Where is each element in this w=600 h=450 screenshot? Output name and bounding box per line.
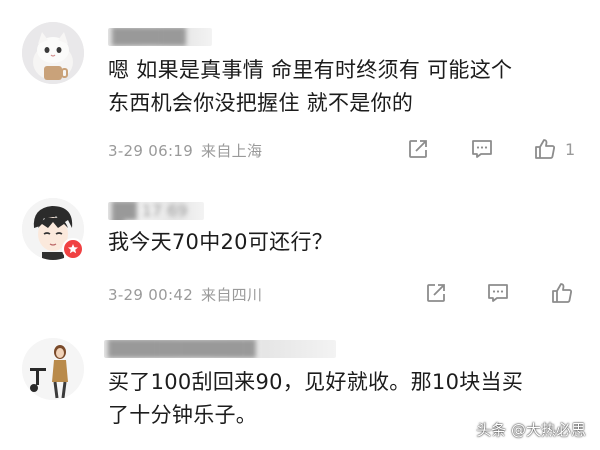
comment-item: ██ 17 69 █ 我今天70中20可还行？ 3-29 00:42 来自四川 [0, 190, 600, 330]
comment-text: 嗯 如果是真事情 命里有时终须有 可能这个 东西机会你没把握住 就不是你的 [108, 54, 512, 120]
cat-avatar-image [22, 22, 84, 84]
person-avatar-image [22, 338, 84, 400]
username[interactable]: ████████████ [104, 340, 336, 358]
comment-item: ██████ 嗯 如果是真事情 命里有时终须有 可能这个 东西机会你没把握住 就… [0, 0, 600, 190]
username[interactable]: ██████ [108, 28, 212, 46]
share-button[interactable] [406, 136, 430, 162]
watermark: 头条 @大热必思 [476, 421, 586, 439]
comment-location: 来自上海 [201, 142, 263, 160]
avatar[interactable] [22, 338, 84, 400]
reply-button[interactable] [470, 136, 494, 162]
share-icon [427, 284, 445, 302]
share-icon [409, 140, 427, 158]
reply-button[interactable] [486, 280, 510, 306]
comment-text: 我今天70中20可还行？ [108, 226, 333, 259]
comment-text-line: 了十分钟乐子。 [108, 403, 258, 427]
comment-text-line: 东西机会你没把握住 就不是你的 [108, 91, 414, 115]
like-count: 1 [565, 139, 576, 159]
avatar[interactable] [22, 22, 84, 84]
comment-icon [472, 140, 492, 158]
share-button[interactable] [424, 280, 448, 306]
verified-badge-icon [68, 244, 78, 254]
like-button[interactable]: 1 [533, 136, 575, 162]
comment-icon [488, 284, 508, 302]
verified-badge [62, 238, 84, 260]
username[interactable]: ██ 17 69 █ [108, 202, 204, 220]
comment-date: 3-29 06:19 [108, 142, 194, 160]
comment-meta: 3-29 06:19 来自上海 [108, 140, 262, 161]
comment-text: 买了100刮回来90，见好就收。那10块当买 了十分钟乐子。 [108, 366, 523, 432]
like-button[interactable] [550, 280, 582, 306]
comment-meta: 3-29 00:42 来自四川 [108, 284, 262, 305]
comment-date: 3-29 00:42 [108, 286, 194, 304]
thumbs-up-icon [535, 139, 556, 159]
comment-text-line: 嗯 如果是真事情 命里有时终须有 可能这个 [108, 58, 513, 82]
comment-text-line: 买了100刮回来90，见好就收。那10块当买 [108, 370, 524, 394]
thumbs-up-icon [552, 283, 573, 303]
comment-location: 来自四川 [201, 286, 263, 304]
comment-text-line: 我今天70中20可还行？ [108, 230, 334, 254]
